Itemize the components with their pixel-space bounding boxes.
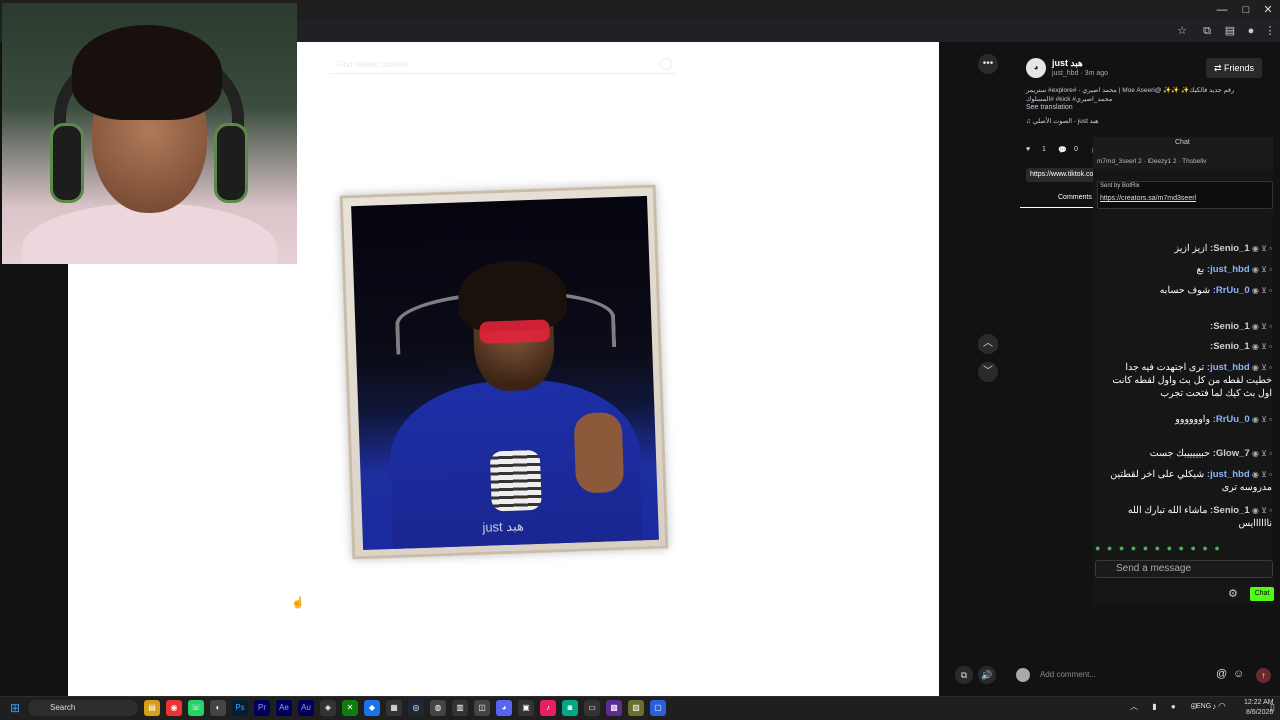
video-player[interactable]: just هبد (339, 184, 669, 560)
minimize-button[interactable]: — (1212, 2, 1232, 18)
user-avatar (1016, 668, 1030, 682)
add-comment-input[interactable]: Add comment... (1040, 670, 1096, 679)
mention-icon[interactable]: @ (1216, 668, 1227, 680)
discord-icon[interactable]: ◕ (496, 700, 512, 716)
next-video-button[interactable]: ﹀ (978, 362, 998, 382)
chat-pinned-users: m7md_3seerl 2 · lDeezy1 2 · Thsbellv (1097, 158, 1207, 165)
webcam-earcup-right (214, 123, 248, 203)
chat-message: ▫ ⊻ ◉ Glow_7: حبيييييبك جست (1149, 448, 1272, 459)
webcam-hair (72, 25, 222, 120)
post-comment-button[interactable]: ↑ (1256, 668, 1271, 683)
chat-message: ▫ ⊻ ◉ Senio_1: (1210, 341, 1272, 352)
pinned-sender: Sent by BotRix (1100, 183, 1140, 189)
app-icon[interactable]: ◈ (320, 700, 336, 716)
chrome-icon[interactable]: ◉ (166, 700, 182, 716)
copy-link-field[interactable]: https://www.tiktok.com/ (1026, 168, 1096, 182)
app-icon[interactable]: ▨ (628, 700, 644, 716)
tab-underline (1020, 207, 1100, 208)
wifi-icon[interactable]: ◠ (1218, 701, 1226, 712)
app-icon[interactable]: ▩ (606, 700, 622, 716)
comment-icon[interactable]: 💬 (1058, 146, 1067, 154)
close-button[interactable]: ✕ (1258, 2, 1278, 18)
audition-icon[interactable]: Au (298, 700, 314, 716)
emoji-icon[interactable]: ☺ (1233, 668, 1244, 680)
pinned-link[interactable]: https://creators.sa/m7md3seerl (1100, 195, 1196, 202)
app-icon[interactable]: ▥ (452, 700, 468, 716)
chat-send-button[interactable]: Chat (1250, 587, 1274, 601)
video-microphone (489, 449, 542, 512)
app-icon[interactable]: ◫ (474, 700, 490, 716)
app-icon[interactable]: ◆ (364, 700, 380, 716)
chat-message: ▫ ⊻ ◉ just_hbd: شيكلي على اخر لقطتين مدر… (1110, 469, 1272, 493)
search-input[interactable]: Find related content (330, 56, 675, 74)
chat-message: ▫ ⊻ ◉ Senio_1: (1210, 321, 1272, 332)
maximize-button[interactable]: □ (1236, 2, 1256, 18)
previous-video-button[interactable]: ︿ (978, 334, 998, 354)
chat-message: ▫ ⊻ ◉ just_hbd: بع (1196, 264, 1272, 275)
app-icon[interactable]: ◙ (562, 700, 578, 716)
friends-label: Friends (1224, 63, 1255, 73)
emote-bar[interactable]: ● ● ● ● ● ● ● ● ● ● ● (1095, 543, 1222, 553)
more-options-button[interactable]: ••• (978, 54, 998, 74)
author-handle-time: just_hbd · 3m ago (1052, 70, 1109, 77)
volume-icon[interactable]: 🔊 (978, 666, 996, 684)
app-icon[interactable]: ▭ (584, 700, 600, 716)
see-translation-link[interactable]: See translation (1026, 104, 1073, 111)
chat-message: ▫ ⊻ ◉ Senio_1: ماشاء الله تبارك الله ناا… (1127, 505, 1272, 529)
app-icon[interactable]: ◐ (210, 700, 226, 716)
author-avatar[interactable]: ◕ (1026, 58, 1046, 78)
obs-icon[interactable]: ◍ (430, 700, 446, 716)
tab-comments[interactable]: Comments (1058, 194, 1092, 201)
app-icon[interactable]: ▣ (518, 700, 534, 716)
xbox-icon[interactable]: ✕ (342, 700, 358, 716)
comment-count: 0 (1074, 146, 1078, 153)
chat-message: ▫ ⊻ ◉ RrUu_0: شوف حسابه (1159, 285, 1272, 296)
steam-icon[interactable]: ◎ (408, 700, 424, 716)
extensions-icon[interactable]: ⧉ (1199, 24, 1215, 38)
sound-link[interactable]: ♫ الصوت الأصلي - just هبد (1026, 117, 1099, 125)
post-caption: ستريمر #explore# - محمد اصيري | Moe Asee… (1026, 87, 1235, 103)
app-icon[interactable]: ▦ (386, 700, 402, 716)
input-language[interactable]: ENG (1196, 703, 1211, 710)
menu-icon[interactable]: ⋮ (1262, 24, 1278, 38)
friends-button[interactable]: ⇄ Friends (1206, 58, 1262, 78)
like-count: 1 (1042, 146, 1046, 153)
chat-message-input[interactable]: Send a message (1095, 560, 1273, 578)
pip-icon[interactable]: ⧉ (955, 666, 973, 684)
app-icon[interactable]: ▢ (650, 700, 666, 716)
premiere-icon[interactable]: Pr (254, 700, 270, 716)
video-watermark: just هبد (482, 518, 525, 535)
after-effects-icon[interactable]: Ae (276, 700, 292, 716)
chat-title: Chat (1175, 139, 1190, 146)
file-explorer-icon[interactable]: ▤ (144, 700, 160, 716)
windows-start-icon[interactable]: ⊞ (8, 701, 22, 715)
video-glasses (479, 319, 550, 344)
chat-message: ▫ ⊻ ◉ Senio_1: ازيز ازيز (1174, 243, 1272, 254)
video-frame: just هبد (351, 195, 659, 551)
whatsapp-icon[interactable]: ☏ (188, 700, 204, 716)
notifications-icon[interactable]: ▯ (1270, 702, 1275, 713)
app-icon[interactable]: ♪ (540, 700, 556, 716)
webcam-earcup-left (50, 123, 84, 203)
photoshop-icon[interactable]: Ps (232, 700, 248, 716)
chat-settings-gear-icon[interactable]: ⚙ (1228, 587, 1238, 600)
video-hand (573, 411, 625, 494)
sidebar-icon[interactable]: ▤ (1222, 24, 1238, 38)
taskbar-search[interactable]: Search (28, 700, 138, 716)
chat-message: ▫ ⊻ ◉ just_hbd: ترى اجتهدت فيه جدا خطيت … (1112, 362, 1272, 399)
profile-icon[interactable]: ● (1243, 24, 1259, 38)
hand-cursor-icon: ☝ (291, 597, 305, 609)
chat-message: ▫ ⊻ ◉ RrUu_0: واوووووو (1175, 414, 1272, 425)
author-name[interactable]: just هبد (1052, 58, 1083, 69)
webcam-overlay (2, 3, 297, 264)
search-icon[interactable] (660, 58, 672, 70)
like-icon[interactable]: ♥ (1026, 146, 1030, 153)
bookmark-star-icon[interactable]: ☆ (1174, 24, 1190, 38)
